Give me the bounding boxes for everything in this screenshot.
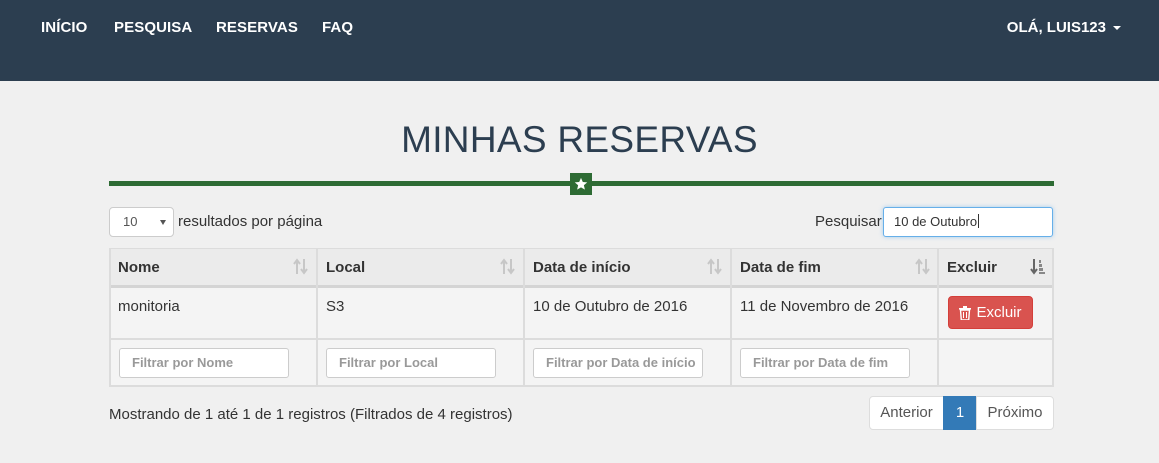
sort-icon[interactable] — [293, 258, 308, 280]
page-length-value: 10 — [123, 214, 138, 229]
sort-icon[interactable] — [707, 258, 722, 280]
column-header-data-inicio[interactable]: Data de início — [533, 259, 631, 276]
cell-data-inicio: 10 de Outubro de 2016 — [533, 298, 688, 315]
nav-link-faq[interactable]: FAQ — [322, 19, 353, 36]
filter-data-fim-input[interactable]: Filtrar por Data de fim — [740, 348, 910, 378]
user-menu[interactable]: OLÁ, LUIS123 — [1007, 19, 1121, 36]
cell-nome: monitoria — [118, 298, 180, 315]
filter-data-inicio-input[interactable]: Filtrar por Data de início — [533, 348, 703, 378]
sort-icon[interactable] — [500, 258, 515, 280]
grid-line — [523, 248, 525, 387]
filter-data-inicio-placeholder: Filtrar por Data de início — [546, 355, 696, 370]
filter-local-input[interactable]: Filtrar por Local — [326, 348, 496, 378]
grid-line — [1052, 248, 1054, 387]
pagination-previous-button[interactable]: Anterior — [869, 396, 944, 430]
grid-line — [109, 385, 1054, 387]
trash-icon — [959, 305, 972, 320]
filter-local-placeholder: Filtrar por Local — [339, 355, 438, 370]
page-length-label: resultados por página — [178, 213, 323, 230]
cell-data-fim: 11 de Novembro de 2016 — [740, 298, 909, 315]
column-header-nome[interactable]: Nome — [118, 259, 160, 276]
page-length-select[interactable]: 10 — [109, 207, 174, 237]
search-input-value: 10 de Outubro — [894, 214, 978, 229]
search-label: Pesquisar — [815, 213, 882, 230]
filter-nome-placeholder: Filtrar por Nome — [132, 355, 234, 370]
pagination-page-1-button[interactable]: 1 — [943, 396, 977, 430]
grid-line — [730, 248, 732, 387]
search-input[interactable]: 10 de Outubro — [883, 207, 1053, 237]
nav-link-pesquisa[interactable]: PESQUISA — [114, 19, 192, 36]
table-info: Mostrando de 1 até 1 de 1 registros (Fil… — [109, 406, 513, 423]
grid-line — [109, 285, 1054, 288]
filter-data-fim-placeholder: Filtrar por Data de fim — [753, 355, 889, 370]
pagination-next-button[interactable]: Próximo — [976, 396, 1054, 430]
grid-line — [937, 248, 939, 387]
column-header-data-fim[interactable]: Data de fim — [740, 259, 821, 276]
delete-button[interactable]: Excluir — [948, 296, 1033, 329]
page-title: MINHAS RESERVAS — [401, 119, 758, 160]
column-header-excluir[interactable]: Excluir — [947, 259, 997, 276]
column-header-local[interactable]: Local — [326, 259, 365, 276]
grid-line — [109, 248, 111, 387]
grid-line — [316, 248, 318, 387]
delete-button-label: Excluir — [976, 304, 1022, 321]
navbar: INÍCIO PESQUISA RESERVAS FAQ OLÁ, LUIS12… — [0, 0, 1159, 81]
user-menu-label: OLÁ, LUIS123 — [1006, 19, 1106, 36]
caret-down-icon — [1113, 25, 1121, 30]
grid-line — [109, 338, 1054, 340]
cell-local: S3 — [326, 298, 345, 315]
sort-icon[interactable] — [915, 258, 930, 280]
filter-nome-input[interactable]: Filtrar por Nome — [119, 348, 289, 378]
star-icon — [570, 173, 592, 195]
select-arrow-icon — [160, 220, 166, 225]
grid-line — [109, 248, 1054, 249]
sort-ascending-icon[interactable] — [1030, 258, 1046, 280]
nav-link-reservas[interactable]: RESERVAS — [216, 19, 298, 36]
nav-link-inicio[interactable]: INÍCIO — [41, 19, 87, 36]
